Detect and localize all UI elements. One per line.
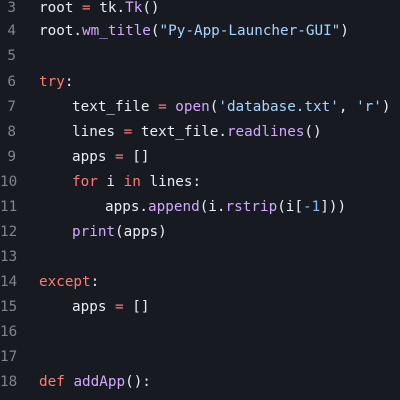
code-token: : — [64, 74, 74, 90]
line-number: 14 — [0, 274, 18, 290]
code-line[interactable]: 3 root = tk.Tk() — [0, 0, 400, 21]
code-token: () — [304, 124, 322, 140]
line-number: 5 — [7, 48, 16, 64]
code-token: text_file — [72, 99, 159, 115]
code-token: in — [123, 174, 141, 190]
code-text: root = tk.Tk() — [39, 0, 160, 21]
code-token: print — [72, 224, 116, 240]
code-line[interactable]: 14 except: — [0, 270, 400, 295]
code-token: (i. — [199, 199, 226, 215]
code-text: print(apps) — [72, 220, 167, 245]
code-token: 'database.txt' — [218, 99, 339, 115]
code-token: try — [39, 74, 65, 90]
code-token: wm_title — [82, 23, 151, 39]
code-token: "Py-App-Launcher-GUI" — [159, 23, 341, 39]
line-number: 9 — [7, 149, 16, 165]
code-token: , — [338, 99, 357, 115]
code-text: lines = text_file.readlines() — [72, 120, 322, 145]
line-number: 13 — [0, 249, 18, 265]
line-number: 16 — [0, 324, 18, 340]
code-token: text_file. — [132, 124, 227, 140]
code-token: (): — [125, 374, 151, 390]
line-number: 4 — [7, 23, 16, 39]
code-editor[interactable]: 3 root = tk.Tk() 4 root.wm_title("Py-App-L… — [0, 0, 400, 400]
code-text: def addApp(): — [39, 370, 151, 395]
code-line[interactable]: 15 apps = [] — [0, 295, 400, 320]
code-token: = — [115, 149, 124, 165]
code-token: rstrip — [225, 199, 278, 215]
code-token: except — [39, 274, 91, 290]
code-line[interactable]: 7 text_file = open('database.txt', 'r') — [0, 95, 400, 120]
line-number: 17 — [0, 349, 18, 365]
code-text: apps = [] — [72, 295, 149, 320]
code-token: open — [175, 99, 210, 115]
code-token: (i[ — [277, 199, 304, 215]
code-line[interactable]: 5 — [0, 44, 400, 69]
code-token: lines: — [140, 174, 202, 190]
code-line[interactable]: 17 — [0, 345, 400, 370]
line-number: 12 — [0, 224, 18, 240]
code-token: apps — [72, 299, 116, 315]
code-token: = — [115, 299, 124, 315]
code-token: root — [39, 0, 83, 16]
code-token: = — [82, 0, 91, 16]
code-token: () — [142, 0, 160, 16]
line-number: 10 — [0, 174, 18, 190]
code-token: addApp — [73, 374, 126, 390]
code-token: -1 — [303, 199, 321, 215]
code-token: i — [97, 174, 124, 190]
line-number: 7 — [7, 99, 16, 115]
code-line[interactable]: 11 apps.append(i.rstrip(i[-1])) — [0, 195, 400, 220]
code-token: lines — [72, 124, 124, 140]
code-token: ( — [150, 23, 160, 39]
code-token: readlines — [226, 124, 305, 140]
line-number: 3 — [7, 0, 16, 16]
code-token: append — [148, 199, 200, 215]
code-token: [] — [123, 149, 150, 165]
code-token: : — [90, 274, 100, 290]
code-text: apps = [] — [72, 145, 149, 170]
code-token: ) — [381, 99, 391, 115]
code-token: tk. — [90, 0, 126, 16]
code-token: apps — [72, 149, 116, 165]
code-line[interactable]: 6 try: — [0, 70, 400, 95]
line-number: 11 — [0, 199, 18, 215]
code-text: except: — [39, 270, 99, 295]
code-token: Tk — [125, 0, 143, 16]
line-number: 8 — [7, 124, 16, 140]
code-token: ) — [340, 23, 349, 39]
code-token: for — [72, 174, 98, 190]
code-line[interactable]: 4 root.wm_title("Py-App-Launcher-GUI") — [0, 19, 400, 44]
code-line[interactable]: 16 — [0, 320, 400, 345]
code-line[interactable]: 18 def addApp(): — [0, 370, 400, 395]
line-number: 15 — [0, 299, 18, 315]
code-token: [] — [123, 299, 150, 315]
code-text: try: — [39, 70, 73, 95]
code-text: apps.append(i.rstrip(i[-1])) — [105, 195, 346, 220]
code-line[interactable]: 9 apps = [] — [0, 145, 400, 170]
code-token: (apps) — [115, 224, 167, 240]
code-line[interactable]: 13 — [0, 245, 400, 270]
code-token: = — [123, 124, 133, 140]
code-text: text_file = open('database.txt', 'r') — [72, 95, 391, 120]
code-token: 'r' — [356, 99, 382, 115]
code-token: apps. — [105, 199, 149, 215]
code-line[interactable]: 10 for i in lines: — [0, 170, 400, 195]
line-number: 6 — [7, 74, 16, 90]
code-text: for i in lines: — [72, 170, 201, 195]
code-token: def — [39, 374, 65, 390]
code-token: root. — [39, 23, 83, 39]
code-text: root.wm_title("Py-App-Launcher-GUI") — [39, 19, 349, 44]
line-number: 18 — [0, 374, 18, 390]
code-line[interactable]: 12 print(apps) — [0, 220, 400, 245]
code-line[interactable]: 8 lines = text_file.readlines() — [0, 120, 400, 145]
code-token: = — [158, 99, 167, 115]
code-token: ])) — [320, 199, 347, 215]
